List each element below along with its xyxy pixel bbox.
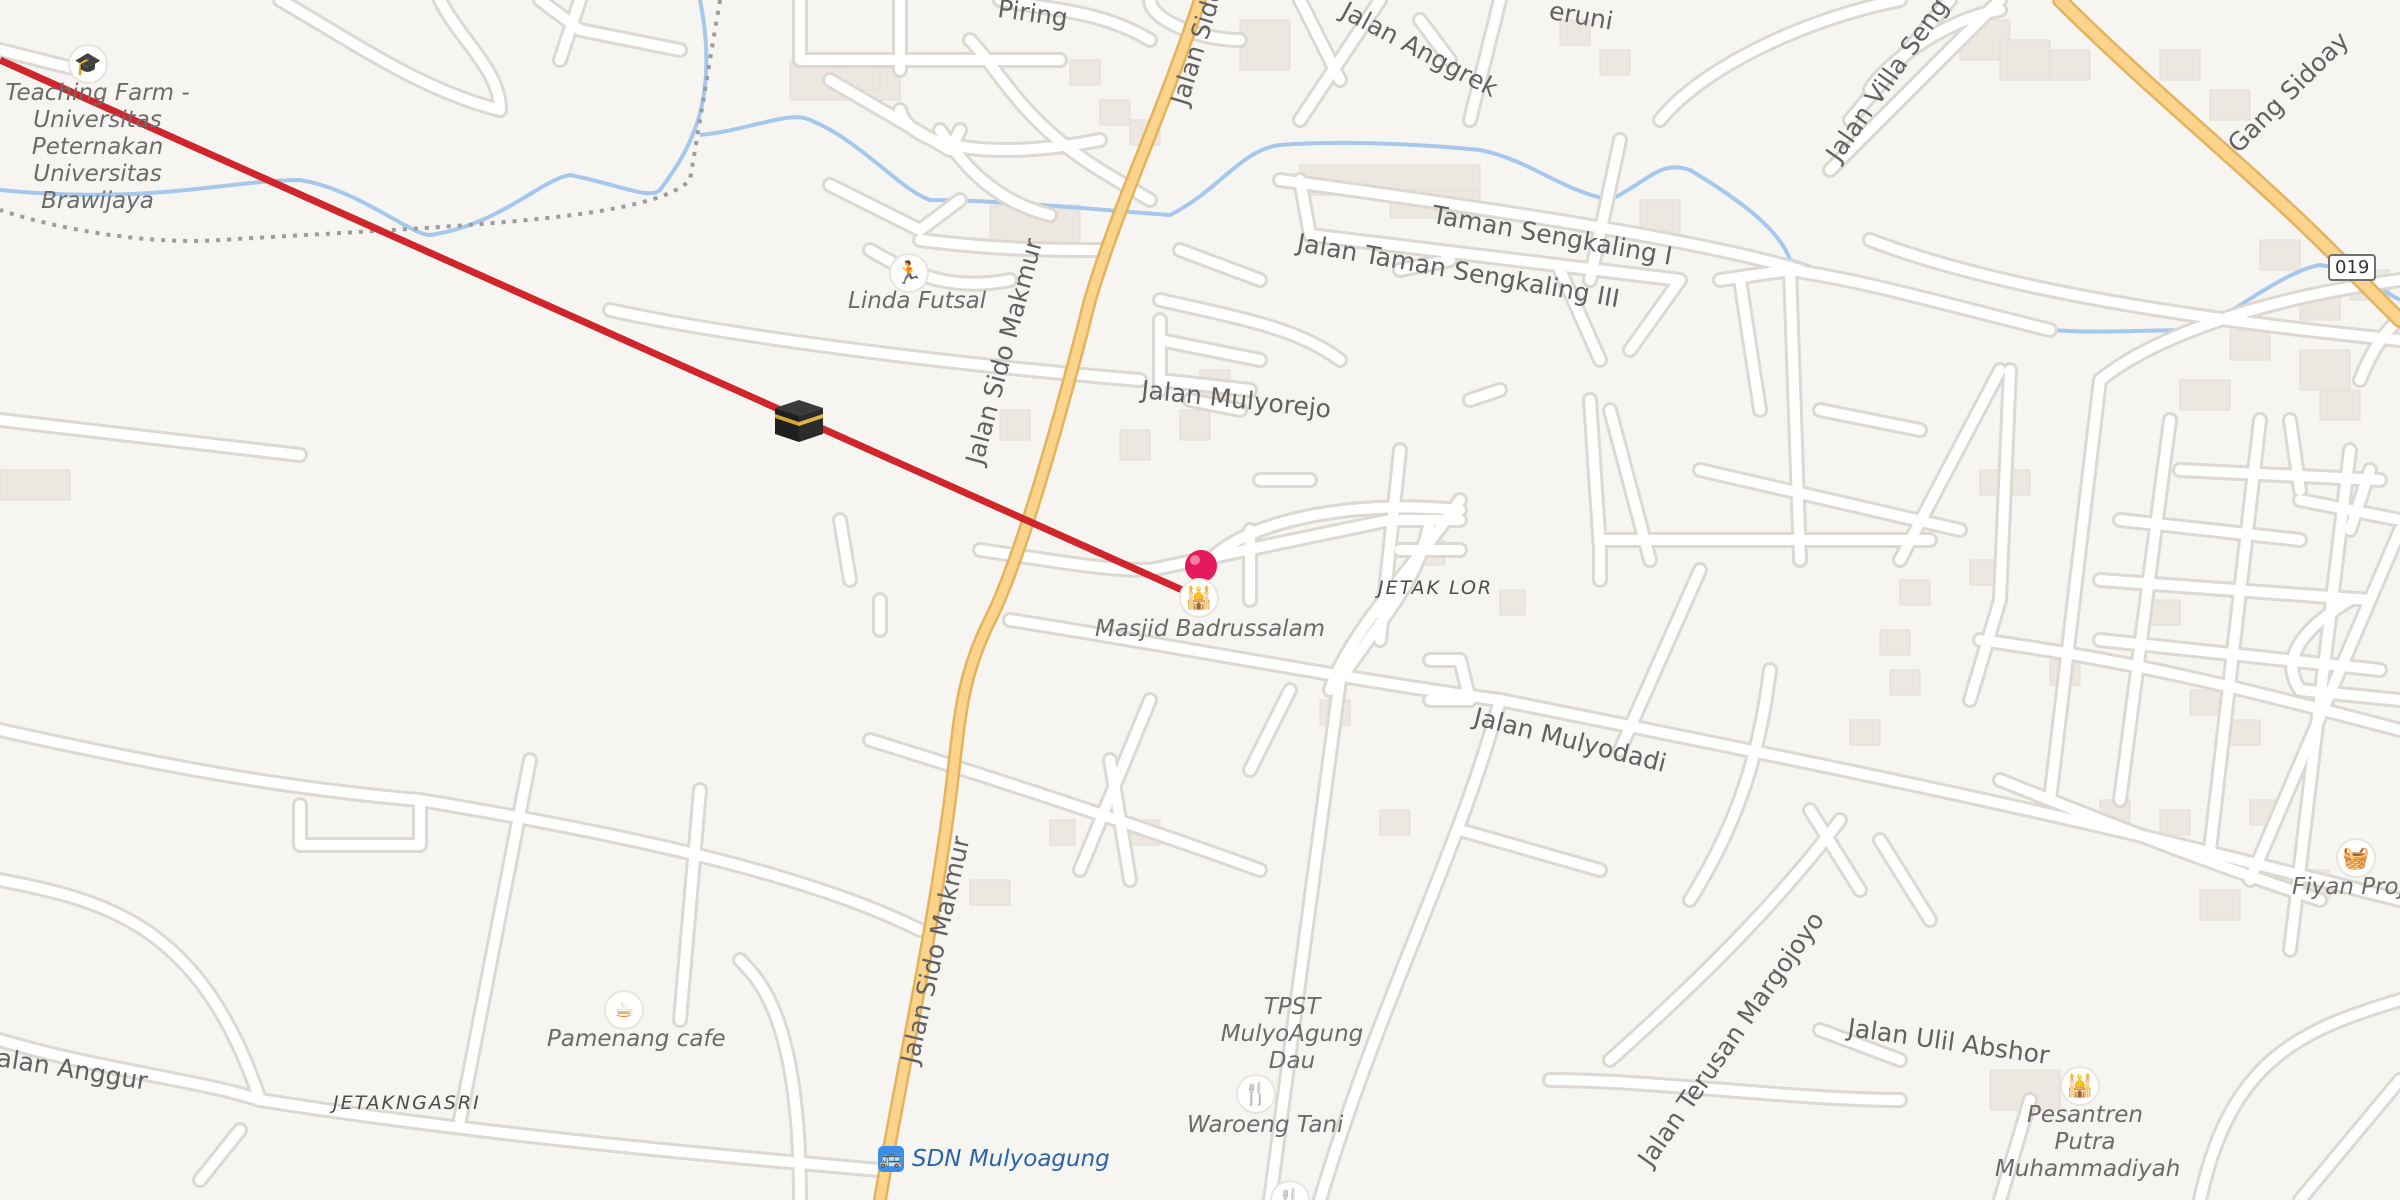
poi-label-teaching-farm[interactable]: Teaching Farm - Universitas Peternakan U…	[0, 80, 205, 215]
route-shield: 019	[2328, 254, 2377, 281]
coffee-cup-icon[interactable]: ☕	[606, 992, 642, 1028]
poi-label-waroeng-tani[interactable]: Waroeng Tani	[1187, 1112, 1343, 1139]
mosque-icon[interactable]: 🕌	[1181, 580, 1217, 616]
poi-label-fiyan-proje[interactable]: Fiyan Proje	[2292, 874, 2400, 901]
poi-label-linda-futsal[interactable]: Linda Futsal	[848, 288, 986, 315]
area-label: JETAKNGASRI	[333, 1092, 481, 1114]
shopping-basket-icon[interactable]: 🧺	[2338, 840, 2374, 876]
graduation-cap-icon[interactable]: 🎓	[70, 46, 106, 82]
map-view[interactable]: 🎓 🏃 🕌 ☕ 🍴 🕌 🧺 🚌 🍴 019 Jalan Sido Makmur …	[0, 0, 2400, 1200]
poi-label-tpst-mulyoagung[interactable]: TPST MulyoAgung Dau	[1212, 994, 1372, 1075]
running-person-icon[interactable]: 🏃	[891, 255, 927, 291]
bus-icon[interactable]: 🚌	[878, 1146, 904, 1172]
poi-label-pamenang-cafe[interactable]: Pamenang cafe	[547, 1026, 726, 1053]
poi-label-pesantren[interactable]: Pesantren Putra Muhammadiyah	[1995, 1102, 2180, 1183]
area-label: JETAK LOR	[1378, 577, 1494, 599]
fork-knife-icon[interactable]: 🍴	[1238, 1076, 1274, 1112]
kaaba-icon[interactable]	[773, 398, 825, 444]
poi-label-sdn-mulyoagung[interactable]: SDN Mulyoagung	[912, 1146, 1110, 1173]
poi-label-masjid-badrussalam[interactable]: Masjid Badrussalam	[1095, 616, 1325, 643]
mosque-icon[interactable]: 🕌	[2062, 1068, 2098, 1104]
